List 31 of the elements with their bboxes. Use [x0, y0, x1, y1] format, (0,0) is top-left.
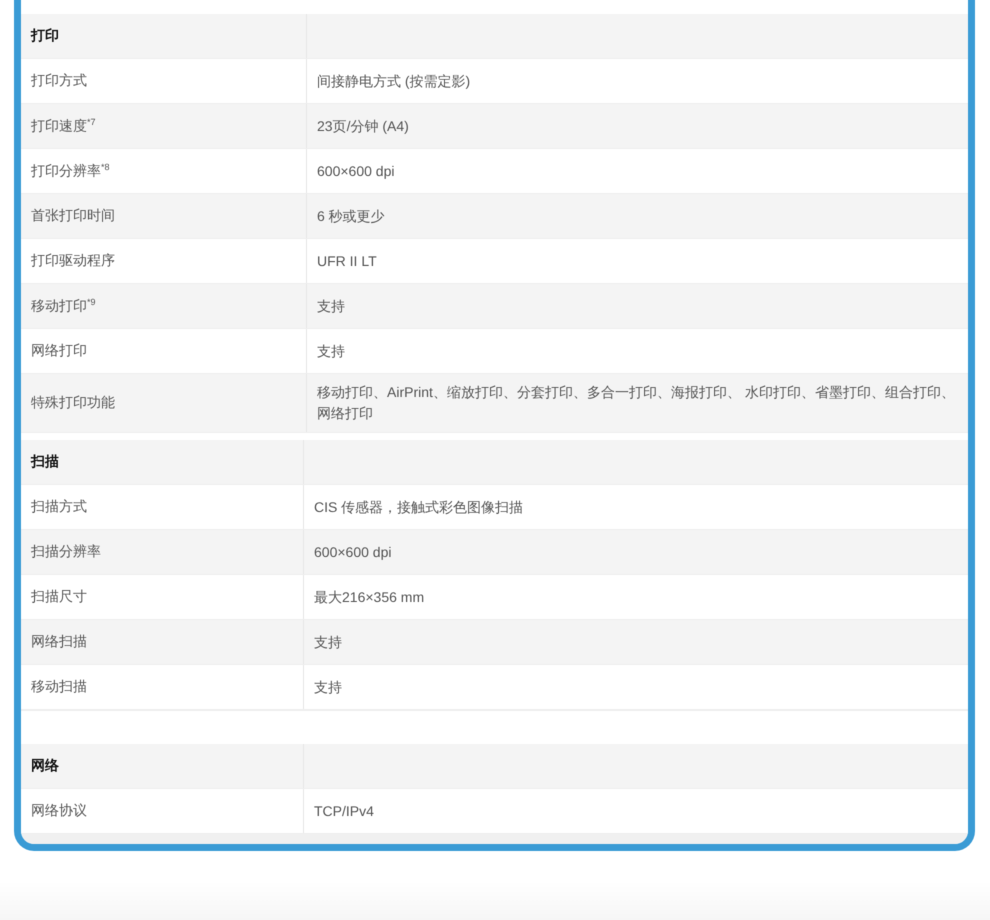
spec-label: 扫描尺寸 [31, 588, 87, 606]
spec-label: 首张打印时间 [31, 207, 115, 225]
spec-label: 移动打印$^{*9}$ [31, 296, 96, 316]
spec-value: UFR II LT [317, 252, 377, 270]
spec-value: 支持 [314, 678, 342, 696]
spec-label: 扫描分辨率 [31, 543, 101, 561]
spec-label: 打印分辨率$^{*8}$ [31, 162, 110, 180]
spec-value: 支持 [317, 296, 345, 316]
section-heading: 打印 [21, 14, 307, 58]
spec-label: 特殊打印功能 [31, 394, 115, 412]
spec-label: 打印速度$^{*7}$ [31, 116, 96, 136]
spec-label: 打印方式 [31, 72, 87, 90]
spec-label: 打印驱动程序 [31, 252, 115, 270]
spec-value: 移动打印、AirPrint、缩放打印、分套打印、多合一打印、海报打印、 水印打印、省墨打印、组合打印、网络打印 [317, 383, 956, 423]
spec-value: TCP/IPv4 [314, 802, 374, 820]
spec-value: 600×600 dpi [314, 542, 392, 562]
spec-value: 间接静电方式 (按需定影) [317, 72, 470, 91]
spec-value: 支持 [317, 342, 345, 360]
spec-label: 移动扫描 [31, 678, 87, 696]
spec-label: 网络扫描 [31, 633, 87, 651]
section-heading: 网络 [21, 744, 304, 788]
section-heading: 扫描 [21, 440, 304, 484]
spec-value: CIS 传感器，接触式彩色图像扫描 [314, 498, 524, 516]
spec-label: 扫描方式 [31, 498, 87, 516]
spec-value: 6 秒或更少 [317, 206, 385, 226]
spec-value: 23页/分钟 (A4) [317, 116, 409, 136]
spec-label: 网络打印 [31, 342, 87, 360]
spec-value: 支持 [314, 632, 342, 652]
spec-label: 网络协议 [31, 802, 87, 820]
spec-value: 最大216×356 mm [314, 588, 424, 606]
spec-value: 600×600 dpi [317, 162, 394, 181]
